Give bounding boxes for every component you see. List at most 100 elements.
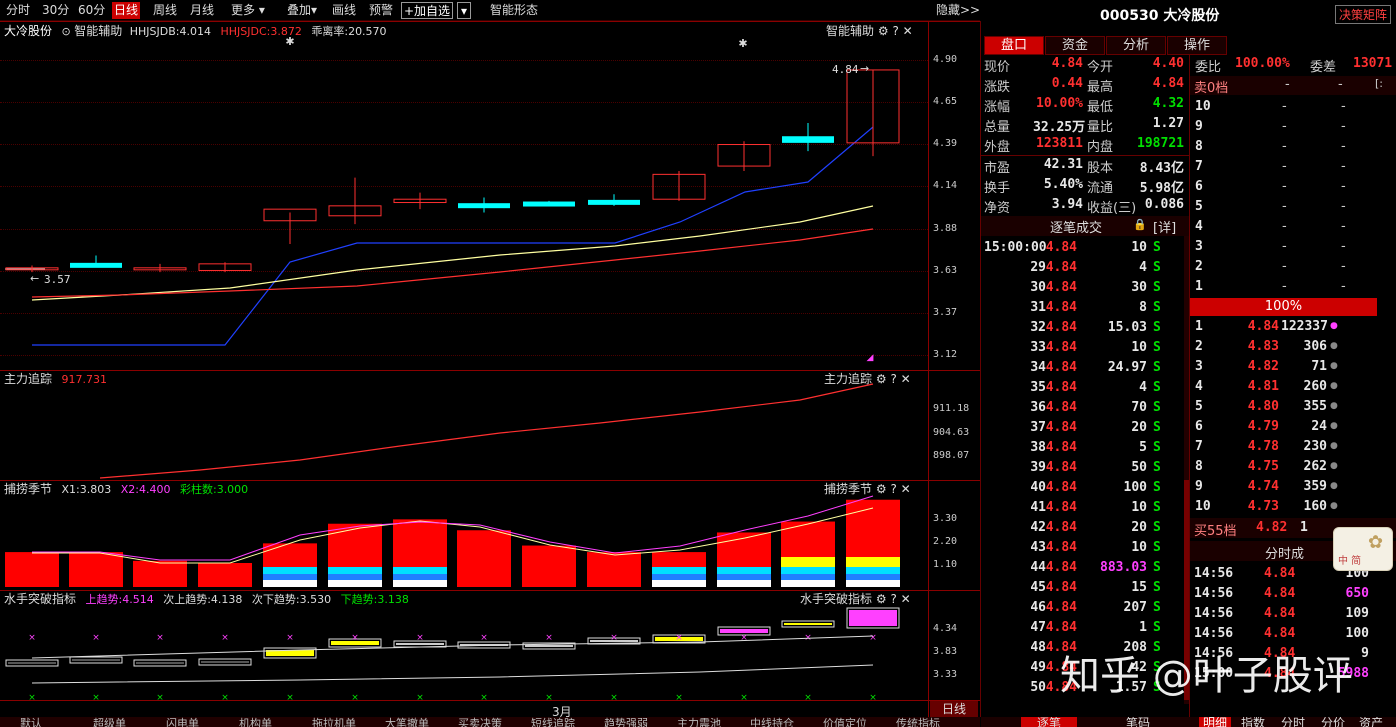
indicator-tab[interactable]: 中线持仓 <box>750 717 794 727</box>
season-bar <box>652 552 706 587</box>
candle <box>523 200 575 207</box>
tab-operation[interactable]: 操作 <box>1167 36 1227 55</box>
y-tick: 1.10 <box>933 559 958 570</box>
indicator-tab[interactable]: 闪电单 <box>166 717 199 727</box>
tick-volume: 30 <box>1131 280 1147 295</box>
tick-side: S <box>1153 480 1161 495</box>
decision-matrix-button[interactable]: 决策矩阵 <box>1335 5 1392 24</box>
dot-icon: ● <box>1330 461 1338 471</box>
sailor-x-marker: × <box>286 633 294 643</box>
candle <box>70 255 122 268</box>
deal-detail-link[interactable]: [详] <box>1153 217 1176 236</box>
sell-price-empty: - <box>1282 199 1287 214</box>
sell-price-empty: - <box>1282 239 1287 254</box>
buy-volume: 262 <box>1303 459 1327 474</box>
sailor-down-line <box>31 664 874 684</box>
time-row-price: 4.84 <box>1264 606 1296 621</box>
tick-price: 4.84 <box>1045 300 1077 315</box>
sailor-box: ×× <box>328 633 382 703</box>
tick-side: S <box>1153 340 1161 355</box>
indicator-tab[interactable]: 短线追踪 <box>531 717 575 727</box>
season-bar <box>69 552 123 587</box>
signal-arrow: ◢ <box>867 353 874 363</box>
sailor-box-fill <box>8 662 56 664</box>
tab-fund[interactable]: 资金 <box>1045 36 1105 55</box>
buy-level: 1 <box>1195 319 1203 334</box>
tab-asset[interactable]: 资产 <box>1359 717 1383 727</box>
tick-price: 4.84 <box>1045 400 1077 415</box>
tick-time: 39 <box>1030 460 1046 475</box>
kline-chart[interactable]: ✱ ✱ ◢ ×××××××××××××××××××××××××××× 4.84 … <box>0 0 928 717</box>
tick-volume: 20 <box>1131 520 1147 535</box>
tab-bima[interactable]: 笔码 <box>1126 717 1150 727</box>
tab-pankou[interactable]: 盘口 <box>984 36 1044 55</box>
indicator-tab[interactable]: 机构单 <box>239 717 272 727</box>
time-row-price: 4.84 <box>1264 626 1296 641</box>
tick-time: 47 <box>1030 620 1046 635</box>
indicator-tab[interactable]: 趋势强弱 <box>604 717 648 727</box>
sailor-green-marker: × <box>286 693 294 703</box>
indicator-tab[interactable]: 超级单 <box>93 717 126 727</box>
indicator-tab[interactable]: 拖拉机单 <box>312 717 356 727</box>
tick-price: 4.84 <box>1045 380 1077 395</box>
indicator-tab[interactable]: 买卖决策 <box>458 717 502 727</box>
season-bar-cyan <box>781 567 835 574</box>
candle <box>458 197 510 213</box>
tab-detail[interactable]: 明细 <box>1199 717 1232 727</box>
ratio-value: 100.00% <box>1235 56 1290 71</box>
sailor-box: ×× <box>198 633 252 703</box>
hide-panel-button[interactable]: 隐藏>> <box>934 2 982 19</box>
indicator-tab[interactable]: 传统指标 <box>896 717 940 727</box>
quote-label: 最低 <box>1087 100 1114 115</box>
y-tick: 4.39 <box>933 138 958 149</box>
tab-analysis[interactable]: 分析 <box>1106 36 1166 55</box>
time-row-time: 14:56 <box>1194 626 1234 641</box>
tick-volume: 10 <box>1131 540 1147 555</box>
tick-price: 4.84 <box>1045 420 1077 435</box>
lock-icon[interactable]: 🔒 <box>1133 218 1147 231</box>
tab-intraday[interactable]: 分时 <box>1281 717 1305 727</box>
tick-side: S <box>1153 420 1161 435</box>
fund-value: 8.43亿 <box>1139 161 1184 176</box>
tick-side: S <box>1153 560 1161 575</box>
indicator-tab[interactable]: 价值定位 <box>823 717 867 727</box>
tick-time: 38 <box>1030 440 1046 455</box>
fund-label: 流通 <box>1087 181 1114 196</box>
season-bar <box>133 560 187 587</box>
sailor-green-marker: × <box>740 693 748 703</box>
deal-header: 逐笔成交 🔒 [详] <box>981 216 1189 236</box>
buy-price: 4.83 <box>1247 339 1279 354</box>
tab-price[interactable]: 分价 <box>1321 717 1345 727</box>
time-row-price: 4.84 <box>1264 586 1296 601</box>
quote-label: 最高 <box>1087 80 1114 95</box>
tab-index[interactable]: 指数 <box>1241 717 1265 727</box>
tick-volume: 100 <box>1123 480 1147 495</box>
season-bar-white <box>263 580 317 587</box>
sailor-x-marker: × <box>740 633 748 643</box>
indicator-tab[interactable]: 主力震池 <box>677 717 721 727</box>
quote-value: 4.32 <box>1152 96 1184 111</box>
tick-time: 31 <box>1030 300 1046 315</box>
flower-widget[interactable]: 中 简 ✿ <box>1333 527 1393 571</box>
buy-price: 4.75 <box>1247 459 1279 474</box>
season-bar-cyan <box>717 567 771 574</box>
tick-volume: 70 <box>1131 400 1147 415</box>
time-deal-title: 分时成 <box>1265 547 1305 562</box>
quote-value: 32.25万 <box>1033 120 1086 135</box>
tick-price: 4.84 <box>1045 540 1077 555</box>
indicator-tab[interactable]: 大笔撤单 <box>385 717 429 727</box>
buy55-vol: 1 <box>1300 520 1308 535</box>
indicator-tab[interactable]: 默认 <box>20 717 42 727</box>
tick-volume: 883.03 <box>1100 560 1147 575</box>
tick-time: 46 <box>1030 600 1046 615</box>
sailor-box: ×× <box>5 633 59 703</box>
fund-value: 5.98亿 <box>1139 181 1184 196</box>
buy-level: 3 <box>1195 359 1203 374</box>
season-bar <box>5 552 59 587</box>
expand-icon[interactable]: [: <box>1375 77 1383 90</box>
buy-price: 4.81 <box>1247 379 1279 394</box>
sailor-x-marker: × <box>351 633 359 643</box>
sailor-box: ×× <box>133 633 187 703</box>
tab-zhubi[interactable]: 逐笔 <box>1021 717 1078 727</box>
y-tick: 2.20 <box>933 536 958 547</box>
